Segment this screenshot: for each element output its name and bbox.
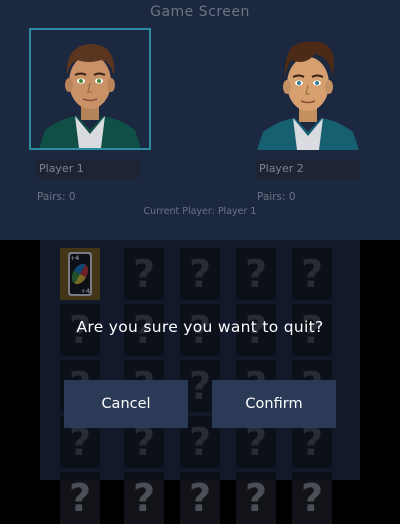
quit-confirmation-message: Are you sure you want to quit?: [76, 318, 324, 336]
screen-title: Game Screen: [150, 4, 250, 20]
player-2-eye-left: [297, 81, 301, 85]
player-1-avatar-image: [31, 30, 149, 148]
player-1-eye-right: [97, 79, 101, 83]
player-2-avatar-image: [247, 28, 369, 150]
dialog-overlay: [40, 240, 360, 480]
player-2-pairs: Pairs: 0: [257, 191, 296, 203]
player-1-eye-left: [79, 79, 83, 83]
confirm-button[interactable]: Confirm: [212, 380, 336, 428]
player-1-pairs: Pairs: 0: [37, 191, 76, 203]
players-panel: Game Screen Player 1 Player 2 Pairs: 0 P…: [0, 0, 400, 240]
player-2-avatar: [247, 28, 369, 150]
current-player-status: Current Player: Player 1: [143, 206, 257, 217]
player-1-name: Player 1: [36, 159, 140, 179]
cancel-button[interactable]: Cancel: [64, 380, 188, 428]
player-2-name: Player 2: [256, 159, 360, 179]
player-2-eye-right: [315, 81, 319, 85]
player-1-avatar: [29, 28, 151, 150]
